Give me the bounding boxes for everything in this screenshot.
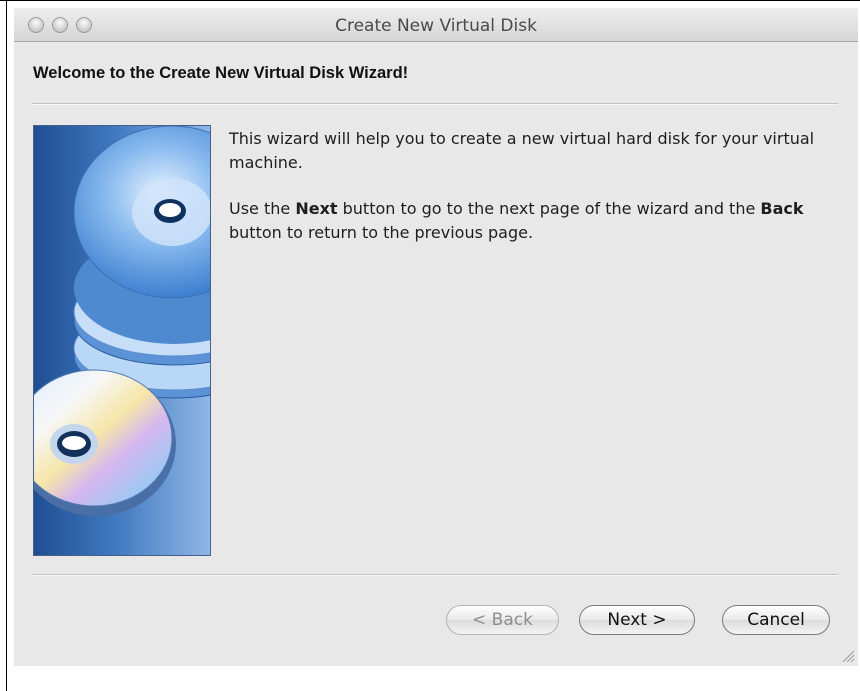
instructions-text-2: button to go to the next page of the wiz… <box>337 199 761 218</box>
wizard-side-graphic <box>33 125 211 556</box>
back-button[interactable]: < Back <box>446 605 559 635</box>
resize-grip-icon[interactable] <box>841 649 855 663</box>
instructions-paragraph: Use the Next button to go to the next pa… <box>229 197 829 245</box>
frame-line-top <box>0 0 860 1</box>
cancel-button[interactable]: Cancel <box>722 605 830 635</box>
next-button[interactable]: Next > <box>579 605 695 635</box>
bottom-separator <box>32 574 838 576</box>
window-title: Create New Virtual Disk <box>335 16 537 36</box>
instructions-back-word: Back <box>760 199 804 218</box>
instructions-text-1: Use the <box>229 199 296 218</box>
top-separator <box>32 103 838 105</box>
frame-line-left <box>6 0 7 691</box>
wizard-window: Create New Virtual Disk Welcome to the C… <box>14 8 858 666</box>
disk-stack-graphic <box>34 126 210 516</box>
instructions-next-word: Next <box>295 199 338 218</box>
intro-paragraph: This wizard will help you to create a ne… <box>229 129 815 172</box>
wizard-heading: Welcome to the Create New Virtual Disk W… <box>33 64 409 82</box>
instructions-text-3: button to return to the previous page. <box>229 223 534 242</box>
title-bar[interactable]: Create New Virtual Disk <box>14 8 858 42</box>
